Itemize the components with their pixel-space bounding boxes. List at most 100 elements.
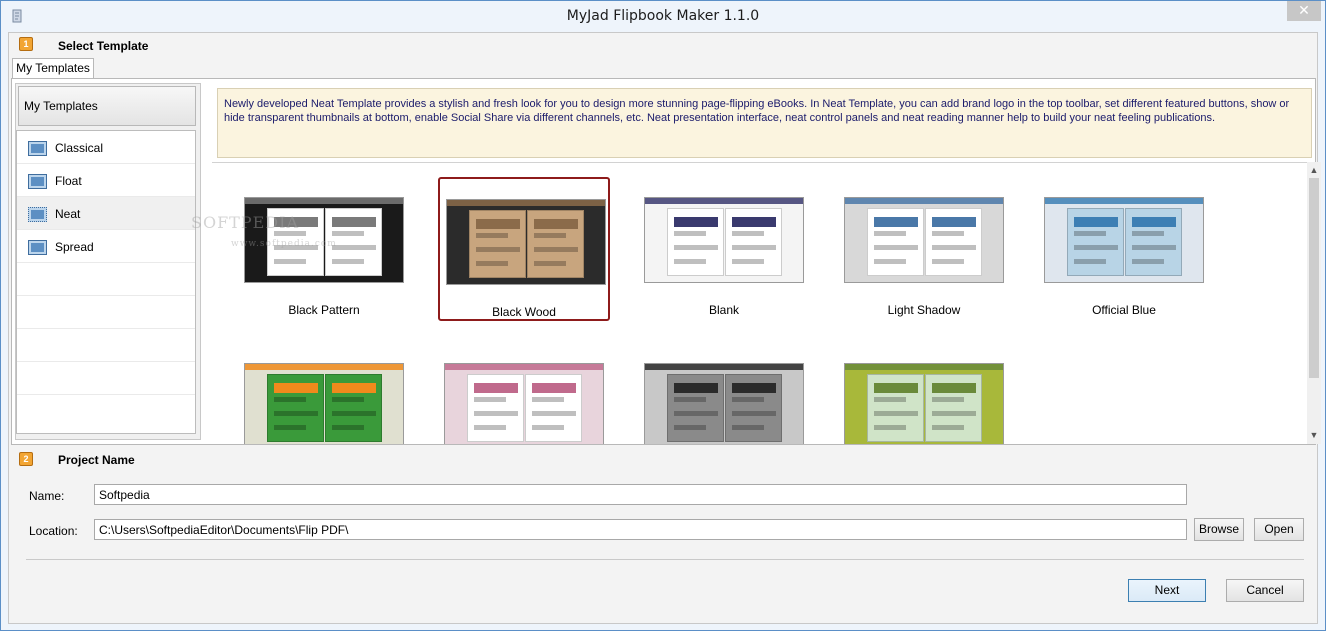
- browse-button[interactable]: Browse: [1194, 518, 1244, 541]
- preview-content-block: [674, 245, 718, 250]
- preview-content-block: [874, 383, 918, 393]
- template-label: Official Blue: [1092, 303, 1156, 317]
- preview-content-block: [732, 383, 776, 393]
- template-thumb-unnamed-8[interactable]: [838, 343, 1010, 444]
- preview-content-block: [274, 397, 306, 402]
- preview-content-block: [874, 245, 918, 250]
- empty-row: [17, 329, 195, 362]
- name-field[interactable]: [94, 484, 1187, 505]
- preview-toolbar: [845, 198, 1003, 204]
- template-thumb-unnamed-6[interactable]: [438, 343, 610, 444]
- preview-content-block: [274, 383, 318, 393]
- template-category-pane: My Templates Classical Float Neat Spread: [15, 83, 201, 440]
- template-thumb-unnamed-7[interactable]: [638, 343, 810, 444]
- client-area: 1 Select Template My Templates My Templa…: [8, 32, 1321, 624]
- watermark-brand: SOFTPEDIA: [191, 213, 299, 232]
- preview-content-block: [474, 397, 506, 402]
- template-preview-image: [244, 363, 404, 444]
- template-icon: [28, 240, 47, 255]
- section-title-select-template: Select Template: [58, 39, 149, 53]
- empty-row: [17, 263, 195, 296]
- gallery-scrollbar[interactable]: ▲ ▼: [1307, 162, 1321, 444]
- preview-content-block: [674, 231, 706, 236]
- template-thumb-black-wood[interactable]: Black Wood: [438, 177, 610, 321]
- section-title-project-name: Project Name: [58, 453, 135, 467]
- template-preview-image: [844, 363, 1004, 444]
- preview-toolbar: [845, 364, 1003, 370]
- template-thumb-unnamed-5[interactable]: [238, 343, 410, 444]
- preview-content-block: [874, 411, 918, 416]
- preview-content-block: [874, 425, 906, 430]
- template-preview-image: [844, 197, 1004, 283]
- template-label: Blank: [708, 303, 740, 317]
- preview-content-block: [932, 425, 964, 430]
- template-category-list: Classical Float Neat Spread: [16, 130, 196, 434]
- template-thumb-light-shadow[interactable]: Light Shadow: [838, 177, 1010, 321]
- location-label: Location:: [29, 524, 78, 538]
- preview-page-left: [667, 374, 724, 442]
- preview-content-block: [332, 245, 376, 250]
- preview-content-block: [274, 259, 306, 264]
- preview-content-block: [1074, 217, 1118, 227]
- preview-content-block: [332, 231, 364, 236]
- preview-content-block: [932, 383, 976, 393]
- preview-content-block: [534, 247, 578, 252]
- template-thumb-black-pattern[interactable]: Black Pattern: [238, 177, 410, 321]
- preview-page-right: [325, 374, 382, 442]
- location-field[interactable]: [94, 519, 1187, 540]
- template-panel: My Templates Classical Float Neat Spread…: [11, 78, 1321, 445]
- preview-content-block: [534, 261, 566, 266]
- preview-content-block: [534, 233, 566, 238]
- template-preview-image: [644, 197, 804, 283]
- preview-toolbar: [645, 198, 803, 204]
- scroll-down-icon[interactable]: ▼: [1309, 430, 1319, 440]
- preview-page-left: [667, 208, 724, 276]
- template-label: Light Shadow: [887, 303, 961, 317]
- category-item-neat[interactable]: Neat: [17, 197, 195, 230]
- preview-content-block: [476, 233, 508, 238]
- close-button[interactable]: ✕: [1287, 1, 1321, 21]
- tab-my-templates[interactable]: My Templates: [12, 58, 94, 79]
- empty-row: [17, 362, 195, 395]
- category-item-float[interactable]: Float: [17, 164, 195, 197]
- preview-page-right: [725, 374, 782, 442]
- my-templates-header[interactable]: My Templates: [18, 86, 196, 126]
- category-item-spread[interactable]: Spread: [17, 230, 195, 263]
- category-label: Classical: [55, 141, 104, 155]
- template-gallery: Black Pattern Black Wood Blank Light Shadow…: [212, 162, 1314, 444]
- category-label: Spread: [55, 240, 94, 254]
- preview-content-block: [1132, 217, 1176, 227]
- preview-content-block: [332, 259, 364, 264]
- template-icon: [28, 207, 47, 222]
- scroll-up-icon[interactable]: ▲: [1309, 165, 1319, 175]
- cancel-button[interactable]: Cancel: [1226, 579, 1304, 602]
- preview-content-block: [332, 217, 376, 227]
- preview-page-left: [867, 374, 924, 442]
- preview-content-block: [534, 219, 578, 229]
- window-title: MyJad Flipbook Maker 1.1.0: [566, 8, 760, 24]
- preview-content-block: [1132, 259, 1164, 264]
- preview-content-block: [932, 411, 976, 416]
- preview-content-block: [932, 231, 964, 236]
- preview-content-block: [332, 383, 376, 393]
- preview-content-block: [1132, 245, 1176, 250]
- category-item-classical[interactable]: Classical: [17, 131, 195, 164]
- preview-content-block: [532, 383, 576, 393]
- preview-content-block: [474, 411, 518, 416]
- title-bar[interactable]: MyJad Flipbook Maker 1.1.0 ✕: [1, 1, 1325, 32]
- template-thumb-blank[interactable]: Blank: [638, 177, 810, 321]
- open-button[interactable]: Open: [1254, 518, 1304, 541]
- preview-content-block: [474, 383, 518, 393]
- template-preview-image: [1044, 197, 1204, 283]
- preview-content-block: [932, 245, 976, 250]
- preview-content-block: [474, 425, 506, 430]
- next-button[interactable]: Next: [1128, 579, 1206, 602]
- preview-content-block: [1132, 231, 1164, 236]
- template-thumb-official-blue[interactable]: Official Blue: [1038, 177, 1210, 321]
- preview-content-block: [1074, 245, 1118, 250]
- preview-content-block: [732, 259, 764, 264]
- preview-content-block: [932, 217, 976, 227]
- scrollbar-thumb[interactable]: [1309, 178, 1319, 378]
- template-label: Black Wood: [492, 305, 556, 319]
- template-preview-image: [446, 199, 606, 285]
